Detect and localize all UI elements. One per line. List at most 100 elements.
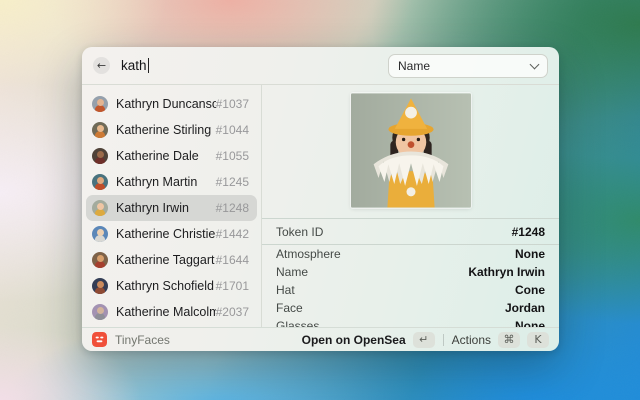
metadata-value: Jordan xyxy=(505,301,545,315)
metadata-value: Kathryn Irwin xyxy=(468,265,545,279)
item-name: Katherine Stirling xyxy=(116,123,216,137)
item-name: Kathryn Martin xyxy=(116,175,216,189)
footer-divider xyxy=(443,334,444,346)
avatar-face xyxy=(97,229,104,236)
metadata-row: Face Jordan xyxy=(262,299,559,317)
chevron-down-icon xyxy=(530,59,540,69)
metadata-label: Hat xyxy=(276,283,295,297)
item-name: Kathryn Duncanson xyxy=(116,97,216,111)
item-name: Katherine Christie xyxy=(116,227,216,241)
item-token-id: #1644 xyxy=(216,253,249,267)
avatar xyxy=(92,278,108,294)
list-item[interactable]: Katherine Taggart#1644 xyxy=(86,247,257,273)
list-item[interactable]: Kathryn Irwin#1248 xyxy=(86,195,257,221)
avatar-outfit xyxy=(95,183,105,190)
avatar-outfit xyxy=(95,313,105,320)
footer-bar: TinyFaces Open on OpenSea ↵ Actions ⌘ K xyxy=(82,327,559,351)
metadata-value: None xyxy=(515,319,545,327)
metadata-row: Glasses None xyxy=(262,317,559,327)
metadata-value: #1248 xyxy=(512,225,545,239)
item-token-id: #1442 xyxy=(216,227,249,241)
metadata-label: Token ID xyxy=(276,225,323,239)
item-token-id: #1701 xyxy=(216,279,249,293)
metadata-row: Hat Cone xyxy=(262,281,559,299)
content-area: Kathryn Duncanson#1037Katherine Stirling… xyxy=(82,85,559,327)
app-identity: TinyFaces xyxy=(92,332,302,347)
item-name: Katherine Taggart xyxy=(116,253,216,267)
metadata-row: Atmosphere None xyxy=(262,245,559,263)
metadata-label: Face xyxy=(276,301,303,315)
tinyfaces-logo-icon xyxy=(92,332,107,347)
metadata-row: Name Kathryn Irwin xyxy=(262,263,559,281)
item-name: Kathryn Schofield xyxy=(116,279,216,293)
avatar xyxy=(92,96,108,112)
search-query-text: kath xyxy=(121,58,147,73)
avatar-outfit xyxy=(95,157,105,164)
search-input[interactable]: kath xyxy=(121,58,388,73)
metadata-label: Atmosphere xyxy=(276,247,341,261)
app-name-label: TinyFaces xyxy=(115,333,170,347)
desktop-background: ← kath Name Kathryn Duncanson#1037Kather… xyxy=(0,0,640,400)
search-header: ← kath Name xyxy=(82,47,559,85)
item-token-id: #1037 xyxy=(216,97,249,111)
avatar-face xyxy=(97,307,104,314)
return-key-icon[interactable]: ↵ xyxy=(413,332,435,348)
item-name: Kathryn Irwin xyxy=(116,201,216,215)
avatar-face xyxy=(97,203,104,210)
avatar xyxy=(92,174,108,190)
metadata-value: Cone xyxy=(515,283,545,297)
item-name: Katherine Malcolm xyxy=(116,305,216,319)
list-item[interactable]: Kathryn Schofield#1701 xyxy=(86,273,257,299)
item-token-id: #1055 xyxy=(216,149,249,163)
footer-actions: Open on OpenSea ↵ Actions ⌘ K xyxy=(302,332,549,348)
list-item[interactable]: Kathryn Martin#1245 xyxy=(86,169,257,195)
avatar-face xyxy=(97,99,104,106)
item-name: Katherine Dale xyxy=(116,149,216,163)
detail-panel: Token ID #1248 Atmosphere None Name Kathryn I… xyxy=(262,85,559,327)
actions-button[interactable]: Actions xyxy=(452,333,491,347)
avatar xyxy=(92,304,108,320)
list-item[interactable]: Katherine Dale#1055 xyxy=(86,143,257,169)
avatar-outfit xyxy=(95,209,105,216)
metadata-label: Name xyxy=(276,265,308,279)
item-token-id: #1245 xyxy=(216,175,249,189)
metadata-row: Token ID #1248 xyxy=(262,219,559,245)
sort-dropdown[interactable]: Name xyxy=(388,54,548,78)
token-metadata: Token ID #1248 Atmosphere None Name Kathryn I… xyxy=(262,218,559,327)
text-caret xyxy=(148,58,150,73)
k-key-icon[interactable]: K xyxy=(527,332,549,348)
results-list: Kathryn Duncanson#1037Katherine Stirling… xyxy=(82,85,262,327)
item-token-id: #2037 xyxy=(216,305,249,319)
list-item[interactable]: Kathryn Duncanson#1037 xyxy=(86,91,257,117)
avatar-face xyxy=(97,125,104,132)
avatar xyxy=(92,226,108,242)
avatar-face xyxy=(97,255,104,262)
open-on-opensea-button[interactable]: Open on OpenSea xyxy=(302,333,406,347)
command-key-icon[interactable]: ⌘ xyxy=(498,332,520,348)
metadata-value: None xyxy=(515,247,545,261)
avatar-face xyxy=(97,281,104,288)
avatar-outfit xyxy=(95,105,105,112)
list-item[interactable]: Katherine Christie#1442 xyxy=(86,221,257,247)
item-token-id: #1044 xyxy=(216,123,249,137)
sort-dropdown-value: Name xyxy=(398,59,531,73)
back-arrow-icon: ← xyxy=(97,57,106,74)
tinyfaces-window: ← kath Name Kathryn Duncanson#1037Kather… xyxy=(82,47,559,351)
avatar-face xyxy=(97,151,104,158)
metadata-label: Glasses xyxy=(276,319,319,327)
avatar-face xyxy=(97,177,104,184)
back-button[interactable]: ← xyxy=(93,57,110,74)
list-item[interactable]: Katherine Stirling#1044 xyxy=(86,117,257,143)
item-token-id: #1248 xyxy=(216,201,249,215)
avatar xyxy=(92,252,108,268)
avatar xyxy=(92,122,108,138)
avatar-outfit xyxy=(95,131,105,138)
token-image-section xyxy=(262,85,559,218)
avatar-outfit xyxy=(95,261,105,268)
avatar-outfit xyxy=(95,235,105,242)
avatar xyxy=(92,200,108,216)
list-item[interactable]: Katherine Malcolm#2037 xyxy=(86,299,257,325)
avatar-outfit xyxy=(95,287,105,294)
token-image xyxy=(351,93,471,208)
avatar xyxy=(92,148,108,164)
